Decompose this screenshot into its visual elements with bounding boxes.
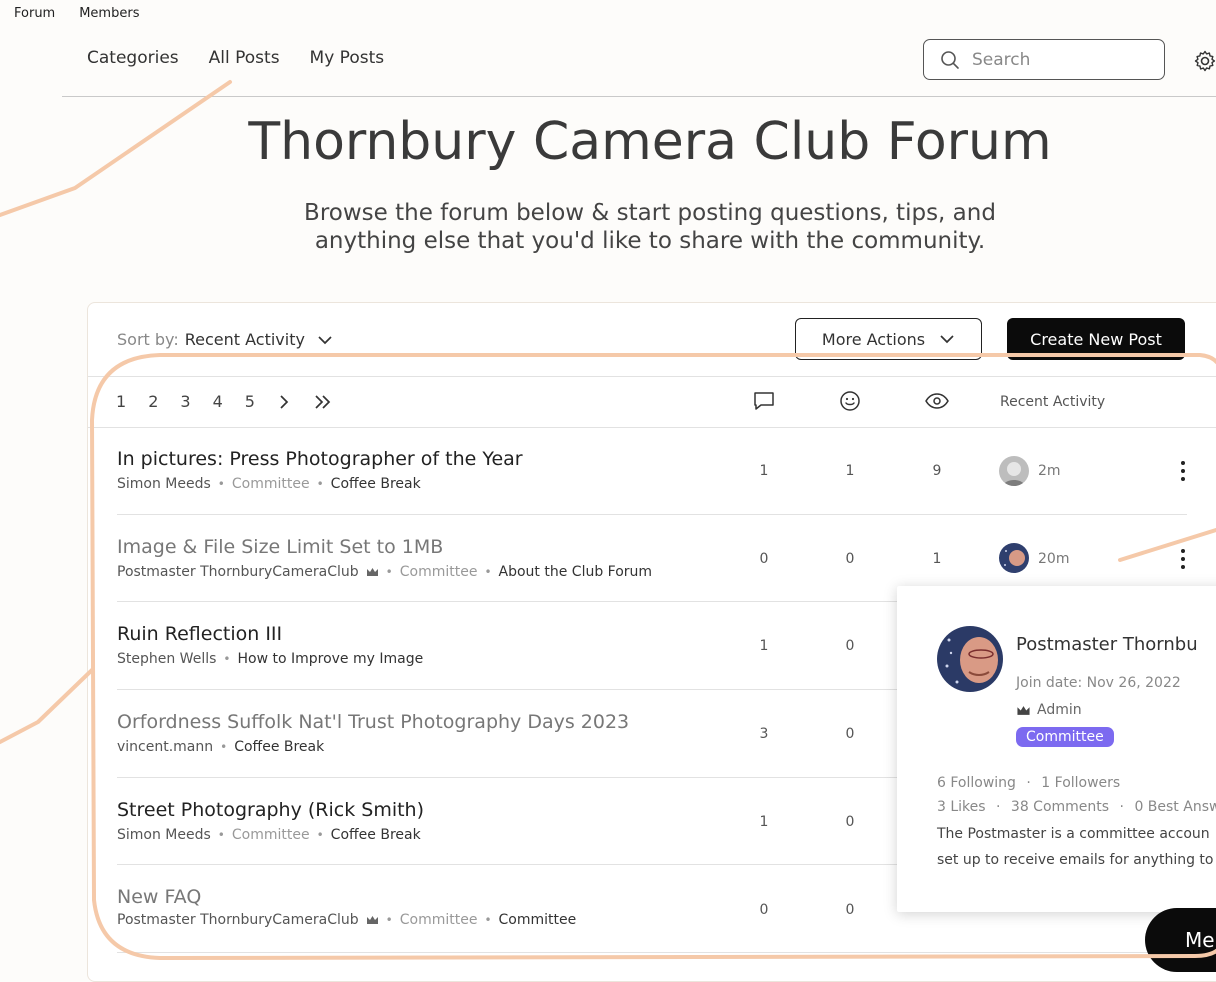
activity-time: 2m [1038,463,1061,479]
page-title: Thornbury Camera Club Forum [248,112,1052,172]
post-meta: Postmaster ThornburyCameraClub • Committ… [117,564,653,580]
post-category[interactable]: Committee [499,912,577,928]
tab-my-posts[interactable]: My Posts [310,48,385,68]
author-role: Committee [399,564,478,580]
sort-dropdown[interactable]: Sort by: Recent Activity [117,330,333,349]
forum-sub-nav: Categories All Posts My Posts [87,48,384,68]
post-author[interactable]: Postmaster ThornburyCameraClub [117,912,359,928]
settings-gear-icon[interactable] [1193,49,1216,73]
crown-icon [366,916,378,924]
header-row-divider [88,427,1216,428]
last-page-icon[interactable] [313,394,333,410]
post-author[interactable]: Stephen Wells [117,651,216,667]
comment-count: 1 [759,814,769,830]
page-4-link[interactable]: 4 [213,392,223,411]
page-3-link[interactable]: 3 [180,392,190,411]
tab-categories[interactable]: Categories [87,48,179,68]
like-count: 0 [845,638,855,654]
comment-count: 3 [759,726,769,742]
views-column-eye-icon [925,393,949,409]
follow-stats: 6 Following · 1 Followers [937,775,1121,791]
messages-button[interactable]: Me [1145,908,1216,972]
profile-name[interactable]: Postmaster Thornbu [1016,634,1198,655]
activity-time: 20m [1038,551,1070,567]
page-5-link[interactable]: 5 [245,392,255,411]
post-category[interactable]: Coffee Break [234,739,324,755]
following-count[interactable]: 6 Following [937,775,1016,791]
row-divider [117,514,1187,515]
create-new-post-button[interactable]: Create New Post [1007,318,1185,360]
crown-icon [366,568,378,576]
view-count: 9 [932,463,942,479]
more-actions-button[interactable]: More Actions [795,318,982,360]
comment-count: 0 [759,902,769,918]
likes-count: 3 Likes [937,799,986,815]
profile-bio-line-1: The Postmaster is a committee accoun [937,826,1210,842]
search-input[interactable] [970,48,1154,71]
profile-avatar[interactable] [937,626,1003,692]
view-count: 1 [932,551,942,567]
like-count: 0 [845,814,855,830]
toolbar-divider [88,376,1216,377]
author-role: Committee [399,912,478,928]
row-divider [117,952,1187,953]
top-nav: Forum Members [14,6,139,21]
sort-label: Sort by: [117,330,179,349]
post-category[interactable]: About the Club Forum [499,564,653,580]
admin-text: Admin [1037,702,1082,718]
post-category[interactable]: Coffee Break [331,827,421,843]
more-actions-label: More Actions [821,329,926,349]
nav-forum-link[interactable]: Forum [14,6,55,21]
post-category[interactable]: How to Improve my Image [237,651,423,667]
profile-bio-line-2: set up to receive emails for anything to [937,852,1214,868]
tab-all-posts[interactable]: All Posts [209,48,280,68]
author-role: Committee [231,476,310,492]
like-count: 0 [845,902,855,918]
recent-activity-column-header: Recent Activity [1000,394,1106,410]
crown-icon [1017,705,1030,715]
profile-join-date: Join date: Nov 26, 2022 [1016,675,1181,691]
best-answers-count: 0 Best Answ [1134,799,1216,815]
pagination: 1 2 3 4 5 [116,392,333,411]
post-author[interactable]: Simon Meeds [117,476,211,492]
committee-badge: Committee [1016,727,1114,747]
comment-count: 0 [759,551,769,567]
comment-count: 1 [759,638,769,654]
sort-value: Recent Activity [184,330,305,349]
chevron-down-icon [318,335,332,344]
like-count: 0 [845,726,855,742]
post-meta: Postmaster ThornburyCameraClub • Committ… [117,912,577,928]
more-options-icon[interactable] [1173,459,1193,483]
next-page-icon[interactable] [277,394,291,410]
page-1-link[interactable]: 1 [116,392,126,411]
activity-stats: 3 Likes · 38 Comments · 0 Best Answ [937,799,1216,815]
search-box[interactable] [923,39,1165,80]
avatar[interactable] [999,456,1029,486]
profile-admin-label: Admin [1016,702,1082,718]
post-author[interactable]: Postmaster ThornburyCameraClub [117,564,359,580]
author-role: Committee [231,827,310,843]
comments-column-icon [754,392,774,410]
more-options-icon[interactable] [1173,547,1193,571]
likes-column-smiley-icon [840,391,860,411]
nav-members-link[interactable]: Members [79,6,139,21]
post-author[interactable]: Simon Meeds [117,827,211,843]
post-category[interactable]: Coffee Break [331,476,421,492]
header-divider [62,96,1216,97]
subtitle-line-2: anything else that you'd like to share w… [314,228,986,254]
followers-count[interactable]: 1 Followers [1041,775,1120,791]
profile-hover-card: Postmaster Thornbu Join date: Nov 26, 20… [897,586,1216,912]
avatar[interactable] [999,543,1029,573]
page-subtitle: Browse the forum below & start posting q… [0,199,1216,255]
like-count: 1 [845,463,855,479]
comments-count: 38 Comments [1010,799,1110,815]
page-2-link[interactable]: 2 [148,392,158,411]
subtitle-line-1: Browse the forum below & start posting q… [304,200,996,226]
search-icon [941,50,959,69]
post-author[interactable]: vincent.mann [117,739,213,755]
comment-count: 1 [759,463,769,479]
chevron-down-icon [940,335,954,344]
like-count: 0 [845,551,855,567]
